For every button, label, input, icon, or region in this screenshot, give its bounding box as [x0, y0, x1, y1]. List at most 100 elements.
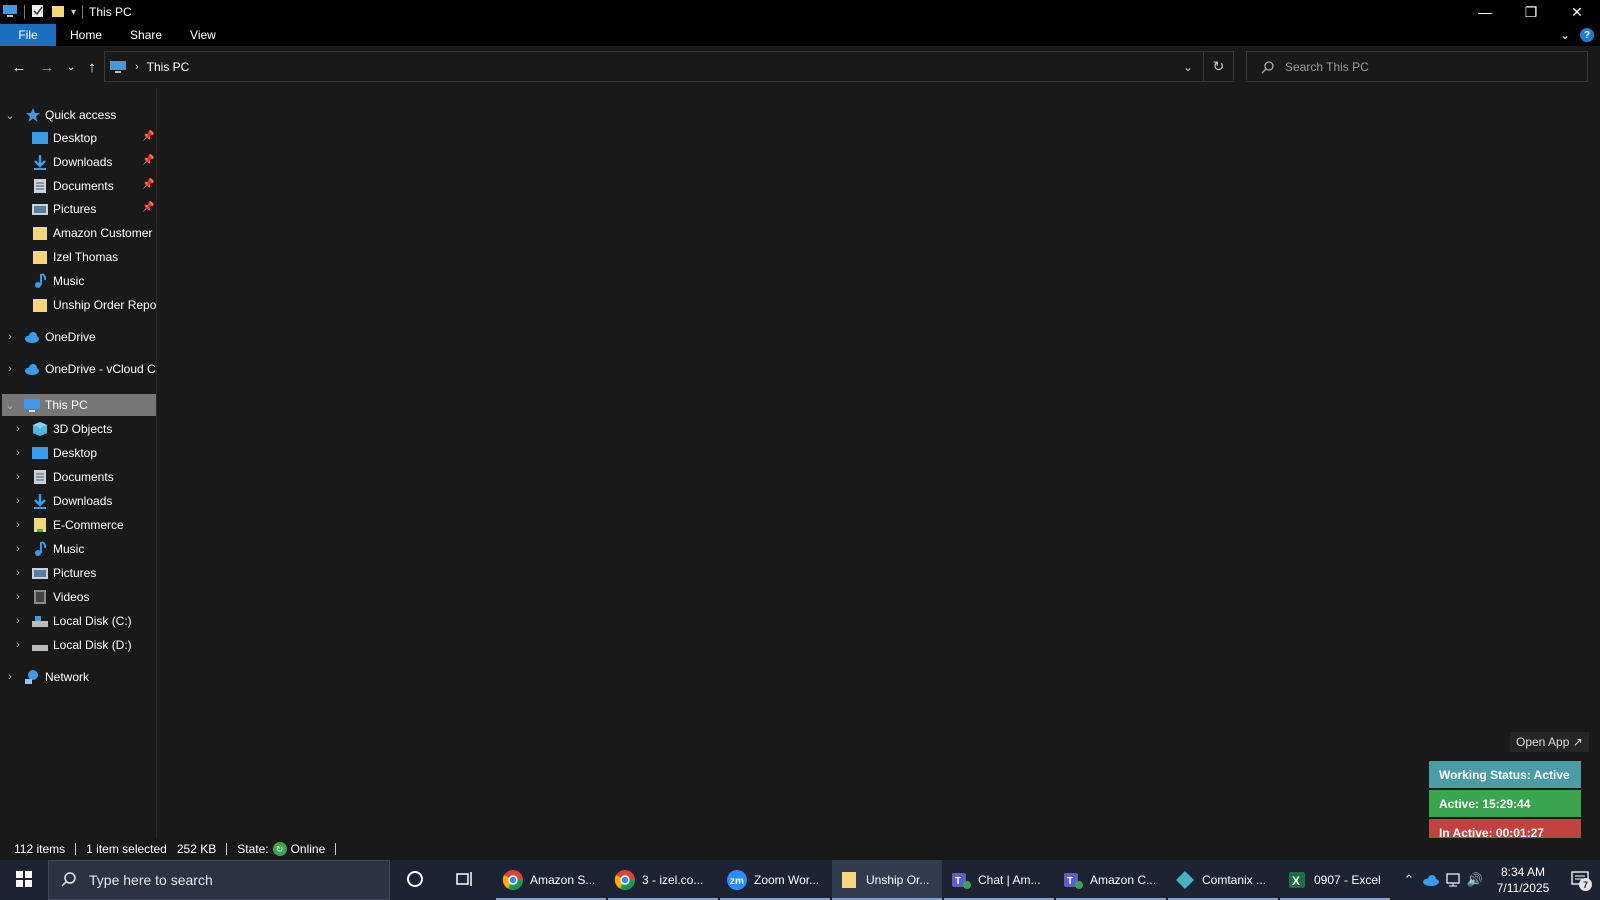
- sidebar-item-onedrive-vcloud[interactable]: › OneDrive - vCloud Cl: [0, 358, 156, 380]
- address-bar[interactable]: › This PC ⌄ ↻: [104, 51, 1234, 82]
- breadcrumb[interactable]: This PC: [147, 60, 190, 74]
- selection-size: 252 KB: [176, 842, 217, 856]
- clock-date: 7/11/2025: [1496, 881, 1550, 895]
- svg-text:X: X: [1292, 874, 1300, 888]
- clock[interactable]: 8:34 AM 7/11/2025: [1486, 864, 1560, 896]
- taskbar-app-excel[interactable]: X 0907 - Excel: [1280, 860, 1390, 900]
- sidebar-item-local-disk-d[interactable]: › Local Disk (D:): [0, 634, 156, 656]
- minimize-button[interactable]: —: [1462, 0, 1508, 24]
- sidebar-item-music-pc[interactable]: › Music: [0, 538, 156, 560]
- sync-online-icon: ↻: [272, 842, 287, 856]
- taskbar-app-label: Unship Or...: [866, 873, 930, 887]
- sidebar-item-desktop-pc[interactable]: › Desktop: [0, 442, 156, 464]
- chevron-right-icon[interactable]: ›: [12, 538, 24, 560]
- taskbar-search-input[interactable]: Type here to search: [89, 872, 213, 888]
- refresh-button[interactable]: ↻: [1203, 52, 1233, 81]
- chevron-right-icon[interactable]: ›: [12, 562, 24, 584]
- taskbar-app-label: Amazon S...: [530, 873, 596, 887]
- expand-ribbon-icon[interactable]: ⌄: [1560, 28, 1570, 42]
- star-icon: [25, 107, 41, 123]
- chevron-down-icon[interactable]: ⌄: [4, 104, 16, 126]
- file-list-area[interactable]: [158, 88, 1600, 838]
- help-icon[interactable]: ?: [1580, 28, 1594, 42]
- sidebar-item-network[interactable]: › Network: [0, 666, 156, 688]
- sidebar-item-documents-pc[interactable]: › Documents: [0, 466, 156, 488]
- chevron-right-icon[interactable]: ›: [12, 490, 24, 512]
- properties-icon[interactable]: [31, 4, 45, 21]
- sidebar-item-documents[interactable]: Documents 📌: [0, 175, 156, 197]
- start-button[interactable]: [0, 860, 48, 900]
- sidebar-item-label: Desktop: [53, 131, 98, 145]
- back-button[interactable]: ←: [10, 58, 28, 76]
- chevron-right-icon[interactable]: ›: [4, 666, 16, 688]
- sidebar-item-this-pc[interactable]: ⌄ This PC: [2, 394, 156, 416]
- folder-icon: [32, 297, 48, 313]
- sidebar-item-e-commerce[interactable]: › E-Commerce: [0, 514, 156, 536]
- sidebar-item-izel-thomas[interactable]: Izel Thomas: [0, 246, 156, 268]
- chevron-right-icon[interactable]: ›: [12, 586, 24, 608]
- taskbar-app-teams-amazon[interactable]: T Amazon C...: [1056, 860, 1166, 900]
- chevron-right-icon[interactable]: ›: [12, 634, 24, 656]
- sidebar-item-unship-order-report[interactable]: Unship Order Repor: [0, 294, 156, 316]
- sidebar-item-label: This PC: [45, 398, 88, 412]
- tab-view[interactable]: View: [176, 24, 230, 46]
- chevron-right-icon[interactable]: ›: [12, 442, 24, 464]
- chevron-down-icon[interactable]: ⌄: [4, 394, 16, 416]
- sidebar-item-label: Amazon Customer: [53, 226, 153, 240]
- chevron-right-icon[interactable]: ›: [4, 326, 16, 348]
- new-folder-icon[interactable]: [51, 4, 65, 21]
- recent-locations-button[interactable]: ⌄: [62, 58, 80, 76]
- breadcrumb-chevron-icon[interactable]: ›: [135, 61, 139, 73]
- taskbar-app-comtanix[interactable]: Comtanix ...: [1168, 860, 1278, 900]
- sidebar-item-music[interactable]: Music: [0, 270, 156, 292]
- taskbar-app-zoom[interactable]: zm Zoom Wor...: [720, 860, 830, 900]
- restore-icon: ❐: [1524, 3, 1538, 20]
- cortana-button[interactable]: [400, 860, 430, 900]
- address-dropdown-icon[interactable]: ⌄: [1183, 60, 1193, 74]
- sidebar-item-label: Music: [53, 274, 85, 288]
- sidebar-item-pictures-pc[interactable]: › Pictures: [0, 562, 156, 584]
- sidebar-item-desktop[interactable]: Desktop 📌: [0, 127, 156, 149]
- search-input[interactable]: Search This PC: [1285, 60, 1369, 74]
- onedrive-cloud-icon[interactable]: [1420, 860, 1442, 900]
- taskbar-app-file-explorer[interactable]: Unship Or...: [832, 860, 942, 900]
- taskbar-app-izel-chrome[interactable]: 3 - izel.co...: [608, 860, 718, 900]
- customize-qat-icon[interactable]: ▾: [71, 7, 76, 18]
- chevron-right-icon[interactable]: ›: [12, 418, 24, 440]
- forward-button[interactable]: →: [38, 58, 56, 76]
- comtanix-icon: [1174, 869, 1196, 891]
- network-status-icon[interactable]: [1442, 860, 1464, 900]
- chevron-up-icon[interactable]: ⌃: [1398, 860, 1420, 900]
- search-box[interactable]: Search This PC: [1246, 51, 1588, 82]
- tab-home[interactable]: Home: [56, 24, 116, 46]
- sidebar-item-videos[interactable]: › Videos: [0, 586, 156, 608]
- sidebar-item-onedrive[interactable]: › OneDrive: [0, 326, 156, 348]
- item-count: 112 items: [14, 842, 66, 856]
- sidebar-item-pictures[interactable]: Pictures 📌: [0, 198, 156, 220]
- sidebar-item-amazon-customer[interactable]: Amazon Customer: [0, 222, 156, 244]
- chevron-right-icon[interactable]: ›: [12, 610, 24, 632]
- restore-button[interactable]: ❐: [1508, 0, 1554, 24]
- taskbar-search[interactable]: Type here to search: [48, 860, 390, 900]
- tab-file[interactable]: File: [0, 24, 56, 46]
- open-app-button[interactable]: Open App ↗: [1510, 732, 1589, 752]
- taskbar-app-teams-chat[interactable]: T Chat | Am...: [944, 860, 1054, 900]
- qat-separator: [82, 5, 84, 19]
- close-icon: ✕: [1571, 3, 1583, 20]
- up-button[interactable]: ↑: [83, 58, 101, 76]
- close-button[interactable]: ✕: [1554, 0, 1600, 24]
- chevron-right-icon[interactable]: ›: [4, 358, 16, 380]
- sidebar-item-local-disk-c[interactable]: › Local Disk (C:): [0, 610, 156, 632]
- chevron-right-icon[interactable]: ›: [12, 466, 24, 488]
- task-view-button[interactable]: [450, 860, 480, 900]
- tab-share[interactable]: Share: [116, 24, 176, 46]
- sidebar-item-3d-objects[interactable]: › 3D Objects: [0, 418, 156, 440]
- chevron-right-icon[interactable]: ›: [12, 514, 24, 536]
- title-bar: ▾ This PC — ❐ ✕: [0, 0, 1600, 24]
- sidebar-item-downloads[interactable]: Downloads 📌: [0, 151, 156, 173]
- action-center-button[interactable]: 7: [1560, 860, 1600, 900]
- volume-icon[interactable]: 🔊: [1464, 860, 1486, 900]
- sidebar-item-quick-access[interactable]: ⌄ Quick access: [0, 104, 156, 126]
- taskbar-app-amazon-seller[interactable]: Amazon S...: [496, 860, 606, 900]
- sidebar-item-downloads-pc[interactable]: › Downloads: [0, 490, 156, 512]
